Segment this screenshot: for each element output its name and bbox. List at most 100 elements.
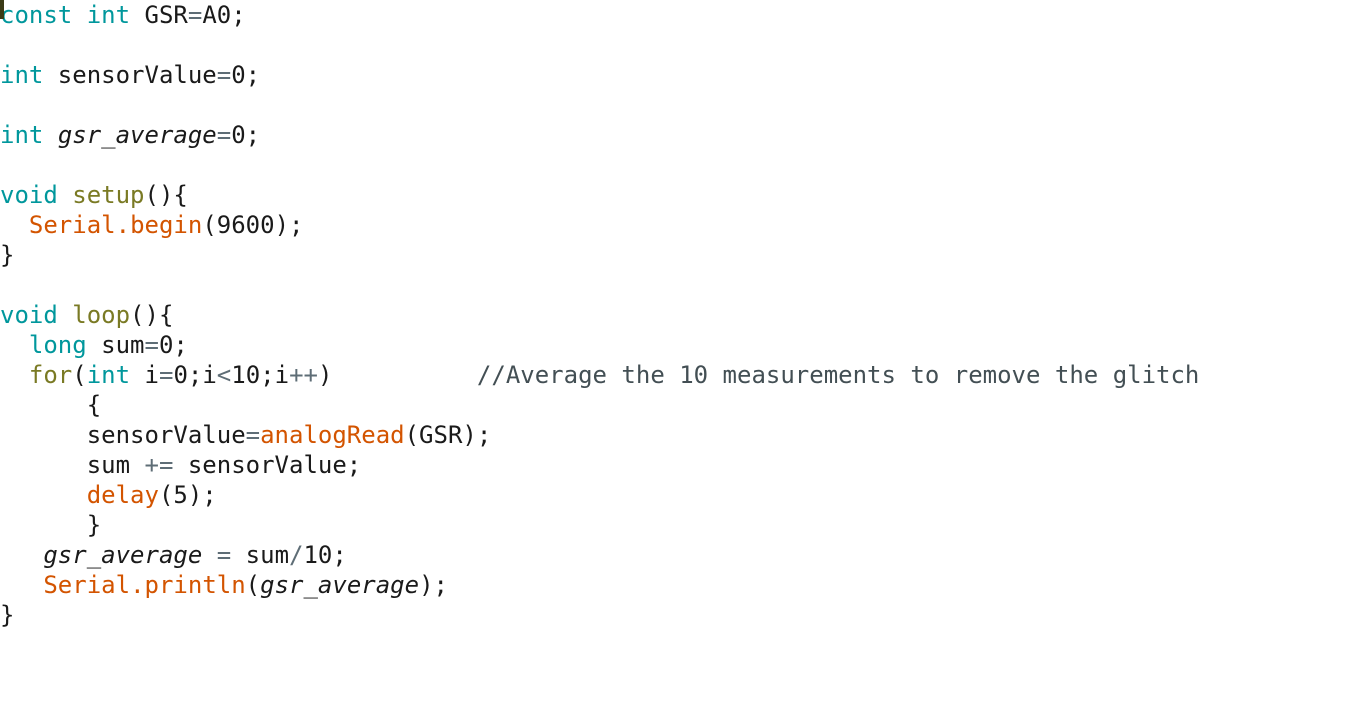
code-token-operator: = — [187, 1, 203, 29]
code-line[interactable]: Serial.println(gsr_average); — [0, 570, 1368, 600]
code-token-punct: ( — [245, 571, 261, 599]
code-token-keyword: int — [86, 361, 131, 389]
code-token-library: println — [144, 571, 246, 599]
code-token-keyword: void — [0, 301, 58, 329]
code-token-function: for — [28, 361, 73, 389]
code-token-operator: = — [216, 541, 232, 569]
code-token-operator: = — [216, 121, 232, 149]
code-token-plain: sum — [86, 331, 145, 359]
code-token-comment: //Average the 10 measurements to remove … — [476, 361, 1200, 389]
code-line[interactable]: { — [0, 390, 1368, 420]
code-token-plain: sensorValue — [0, 421, 246, 449]
code-token-punct: ); — [419, 571, 448, 599]
code-editor[interactable]: const int GSR=A0; int sensorValue=0; int… — [0, 0, 1368, 704]
code-token-library: Serial — [28, 211, 116, 239]
code-token-punct: ); — [187, 481, 217, 509]
code-line[interactable]: } — [0, 600, 1368, 630]
code-text-area[interactable]: const int GSR=A0; int sensorValue=0; int… — [0, 0, 1368, 630]
code-token-punct: } — [0, 601, 15, 629]
code-token-plain: sensorValue — [173, 451, 347, 479]
code-line[interactable] — [0, 30, 1368, 60]
code-token-plain: sum — [0, 451, 145, 479]
code-token-punct: ; — [346, 451, 362, 479]
code-line[interactable]: void loop(){ — [0, 300, 1368, 330]
code-line[interactable]: Serial.begin(9600); — [0, 210, 1368, 240]
code-line[interactable]: } — [0, 240, 1368, 270]
code-token-punct: (){ — [130, 301, 174, 329]
code-token-plain: i — [202, 361, 217, 389]
code-token-keyword: int — [0, 121, 44, 149]
code-line[interactable] — [0, 270, 1368, 300]
code-line[interactable]: int sensorValue=0; — [0, 60, 1368, 90]
code-token-plain: i — [274, 361, 290, 389]
code-token-global: gsr_average — [57, 121, 217, 149]
code-token-function: loop — [72, 301, 131, 329]
code-line[interactable]: const int GSR=A0; — [0, 0, 1368, 30]
code-token-plain: A0 — [202, 1, 232, 29]
code-line[interactable]: long sum=0; — [0, 330, 1368, 360]
code-line[interactable]: } — [0, 510, 1368, 540]
code-token-library: delay — [86, 481, 159, 509]
code-token-punct: ( — [72, 361, 87, 389]
code-token-keyword: int — [86, 1, 131, 29]
code-line[interactable] — [0, 90, 1368, 120]
code-token-number: 0 — [158, 331, 174, 359]
code-line[interactable]: sum += sensorValue; — [0, 450, 1368, 480]
code-token-global: gsr_average — [43, 541, 203, 569]
code-token-punct: ( — [158, 481, 174, 509]
code-token-punct: (){ — [144, 181, 188, 209]
code-token-punct: ; — [173, 331, 188, 359]
code-token-punct: ; — [332, 541, 347, 569]
code-token-function: setup — [72, 181, 145, 209]
code-line[interactable]: delay(5); — [0, 480, 1368, 510]
code-token-operator: = — [216, 61, 232, 89]
code-line[interactable]: for(int i=0;i<10;i++) //Average the 10 m… — [0, 360, 1368, 390]
code-line[interactable]: sensorValue=analogRead(GSR); — [0, 420, 1368, 450]
code-token-operator: < — [216, 361, 232, 389]
code-token-keyword: int — [0, 61, 44, 89]
code-line[interactable]: gsr_average = sum/10; — [0, 540, 1368, 570]
code-token-punct: ); — [274, 211, 304, 239]
code-token-number: 10 — [303, 541, 333, 569]
code-token-punct: { — [86, 391, 102, 419]
code-token-plain: sensorValue — [43, 61, 217, 89]
code-token-punct: ; — [260, 361, 275, 389]
code-token-number: 10 — [231, 361, 261, 389]
code-token-punct: (GSR); — [404, 421, 492, 449]
code-token-operator: ++ — [289, 361, 318, 389]
code-token-library: . — [130, 571, 145, 599]
code-token-operator: = — [144, 331, 159, 359]
code-line[interactable]: void setup(){ — [0, 180, 1368, 210]
code-token-punct: } — [0, 241, 15, 269]
code-token-punct: ( — [202, 211, 217, 239]
code-token-punct: ; — [245, 121, 261, 149]
code-line[interactable] — [0, 150, 1368, 180]
code-token-punct: ; — [187, 361, 203, 389]
code-token-library: analogRead — [260, 421, 405, 449]
code-token-punct: } — [86, 511, 102, 539]
text-caret — [0, 0, 4, 19]
code-token-punct: ; — [231, 1, 246, 29]
code-token-operator: += — [144, 451, 174, 479]
code-token-keyword: void — [0, 181, 58, 209]
code-token-plain: i — [130, 361, 159, 389]
code-token-number: 0 — [231, 121, 246, 149]
code-line[interactable]: int gsr_average=0; — [0, 120, 1368, 150]
code-token-punct: ; — [245, 61, 261, 89]
code-token-operator: / — [289, 541, 304, 569]
code-token-punct: ) — [317, 361, 333, 389]
code-token-operator: = — [245, 421, 261, 449]
code-token-keyword: long — [28, 331, 87, 359]
code-token-operator: = — [158, 361, 174, 389]
